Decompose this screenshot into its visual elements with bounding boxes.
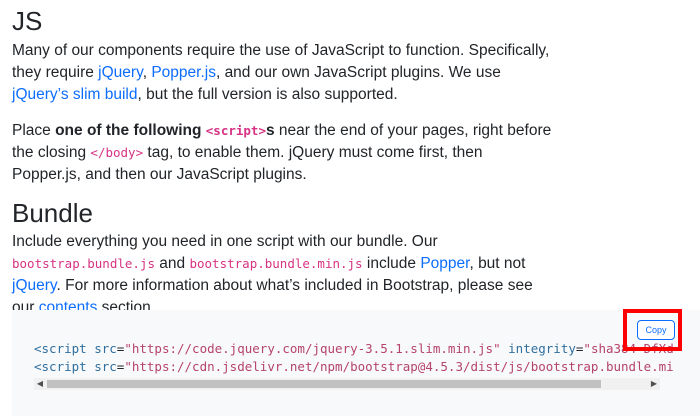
code-lines[interactable]: <script src="https://code.jquery.com/jqu… — [34, 340, 674, 376]
js-placement-text: Place one of the following <script>s nea… — [12, 120, 552, 186]
copy-button[interactable]: Copy — [637, 320, 675, 340]
code-line-1-tag: <script — [34, 341, 87, 356]
scroll-left-arrow-icon[interactable]: ◀ — [34, 378, 46, 390]
bundle-text-3: include — [362, 255, 421, 272]
bundle-heading: Bundle — [12, 198, 93, 228]
bundle-text-1: Include everything you need in one scrip… — [12, 233, 438, 250]
script-plural-s: s — [266, 122, 275, 139]
popper-js-link[interactable]: Popper.js — [151, 64, 216, 81]
script-tag-code: <script> — [205, 123, 266, 138]
bundle-paragraph: Include everything you need in one scrip… — [12, 231, 552, 319]
js-intro-paragraph: Many of our components require the use o… — [12, 40, 552, 106]
code-line-2: <script src="https://cdn.jsdelivr.net/np… — [34, 358, 674, 376]
code-line-2-src-attr: src — [94, 359, 117, 374]
code-line-1-src-value: "https://code.jquery.com/jquery-3.5.1.sl… — [124, 341, 501, 356]
bundle-text-2: and — [155, 255, 190, 272]
bundle-text-4: , but not — [469, 255, 526, 272]
js-heading: JS — [12, 6, 43, 36]
bundle-min-js-code: bootstrap.bundle.min.js — [189, 256, 363, 271]
jquery-slim-build-link[interactable]: jQuery’s slim build — [12, 86, 137, 103]
body-tag-code: </body> — [90, 145, 144, 160]
bundle-js-code: bootstrap.bundle.js — [12, 256, 155, 271]
code-line-1-integrity-attr: integrity — [508, 341, 576, 356]
jquery-link[interactable]: jQuery — [98, 64, 143, 81]
js-intro-text-3: , and our own JavaScript plugins. We use — [215, 64, 501, 81]
one-of-following-strong: one of the following — [55, 122, 202, 139]
js-intro-text-4: , but the full version is also supported… — [137, 86, 398, 103]
scroll-right-arrow-icon[interactable]: ▶ — [648, 378, 660, 390]
jquery-link-bundle[interactable]: jQuery — [12, 277, 57, 294]
js-placement-text-1: Place — [12, 122, 56, 139]
code-line-2-src-value: "https://cdn.jsdelivr.net/npm/bootstrap@… — [124, 359, 674, 374]
scrollbar-thumb[interactable] — [47, 380, 601, 388]
script-tag-strong: <script>s — [206, 122, 275, 139]
bundle-section-heading: Bundle — [12, 198, 552, 228]
popper-link[interactable]: Popper — [420, 255, 469, 272]
code-line-2-tag: <script — [34, 359, 87, 374]
js-section-heading: JS — [12, 6, 552, 36]
code-line-1: <script src="https://code.jquery.com/jqu… — [34, 340, 674, 358]
bundle-text: Include everything you need in one scrip… — [12, 231, 552, 319]
js-placement-paragraph: Place one of the following <script>s nea… — [12, 120, 552, 186]
js-intro-text: Many of our components require the use o… — [12, 40, 552, 106]
code-line-1-src-attr: src — [94, 341, 117, 356]
code-horizontal-scrollbar[interactable]: ◀ ▶ — [34, 378, 660, 390]
